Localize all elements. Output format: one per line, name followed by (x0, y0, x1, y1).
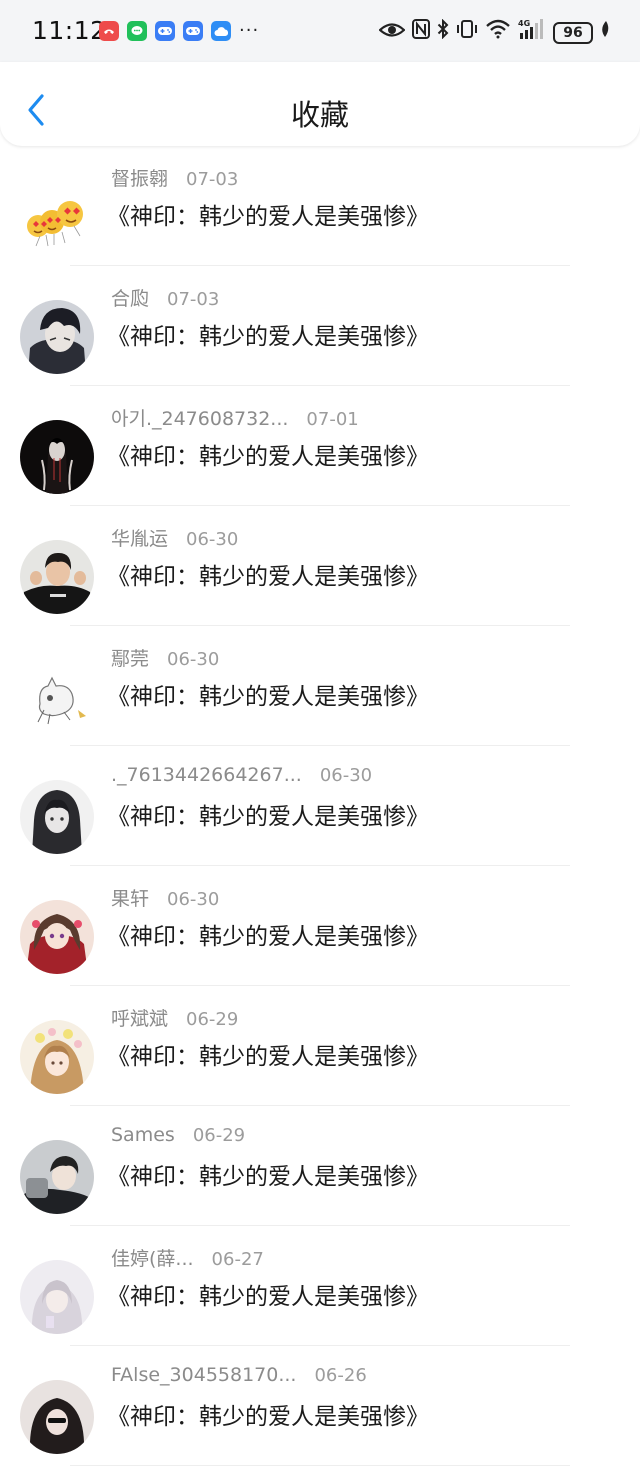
item-meta: FAlse_304558170... 06-26 (111, 1364, 367, 1390)
missed-call-icon (99, 21, 119, 41)
favorite-item[interactable]: 鄢莞 06-30 《神印：韩少的爱人是美强惨》 (0, 626, 640, 746)
user-name[interactable]: Sames (111, 1124, 175, 1146)
status-bar: 11:12 ··· 4G 96 (0, 0, 640, 62)
item-date: 06-29 (192, 1125, 246, 1146)
avatar[interactable] (20, 540, 94, 614)
item-meta: 呼斌斌 06-29 (111, 1004, 238, 1030)
book-title[interactable]: 《神印：韩少的爱人是美强惨》 (107, 197, 429, 231)
user-name[interactable]: 华胤运 (111, 524, 168, 551)
message-icon (127, 21, 147, 41)
user-name[interactable]: 아기._247608732... (111, 404, 288, 431)
user-name[interactable]: 佳婷(薛... (111, 1244, 194, 1271)
item-date: 06-27 (211, 1249, 264, 1270)
item-date: 07-03 (167, 289, 220, 310)
avatar[interactable] (20, 660, 94, 734)
book-title[interactable]: 《神印：韩少的爱人是美强惨》 (107, 1277, 429, 1311)
item-meta: 佳婷(薛... 06-27 (111, 1244, 264, 1270)
avatar[interactable] (20, 1380, 94, 1454)
avatar[interactable] (20, 180, 94, 254)
notification-icons: ··· (99, 21, 259, 41)
more-notifications-indicator: ··· (239, 20, 260, 41)
item-date: 06-26 (314, 1365, 367, 1386)
favorite-item[interactable]: ._7613442664267... 06-30 《神印：韩少的爱人是美强惨》 (0, 746, 640, 866)
item-meta: 合瓝 07-03 (111, 284, 219, 310)
system-icons: 4G 96 (378, 18, 610, 48)
item-meta: 아기._247608732... 07-01 (111, 404, 359, 430)
page-title: 收藏 (290, 98, 349, 132)
favorite-item[interactable]: FAlse_304558170... 06-26 《神印：韩少的爱人是美强惨》 (0, 1346, 640, 1466)
item-date: 07-01 (306, 409, 359, 430)
item-date: 06-30 (186, 529, 239, 550)
avatar[interactable] (20, 1140, 94, 1214)
book-title[interactable]: 《神印：韩少的爱人是美强惨》 (107, 797, 429, 831)
book-title[interactable]: 《神印：韩少的爱人是美强惨》 (107, 437, 429, 471)
book-title[interactable]: 《神印：韩少的爱人是美强惨》 (107, 1157, 429, 1191)
user-name[interactable]: 督振翱 (111, 164, 168, 191)
signal-4g-icon: 4G (518, 18, 546, 48)
item-meta: 鄢莞 06-30 (111, 644, 219, 670)
user-name[interactable]: ._7613442664267... (111, 764, 302, 786)
avatar[interactable] (20, 1020, 94, 1094)
item-date: 06-30 (319, 765, 373, 786)
item-meta: 督振翱 07-03 (111, 164, 238, 190)
favorite-item[interactable]: 果轩 06-30 《神印：韩少的爱人是美强惨》 (0, 866, 640, 986)
avatar[interactable] (20, 420, 94, 494)
user-name[interactable]: 合瓝 (111, 284, 149, 311)
book-title[interactable]: 《神印：韩少的爱人是美强惨》 (107, 677, 429, 711)
item-meta: Sames 06-29 (111, 1124, 245, 1150)
book-title[interactable]: 《神印：韩少的爱人是美强惨》 (107, 917, 429, 951)
book-title[interactable]: 《神印：韩少的爱人是美强惨》 (107, 557, 429, 591)
game-controller-icon (183, 21, 203, 41)
leaf-icon (600, 20, 610, 46)
item-date: 06-30 (167, 649, 220, 670)
nfc-icon (412, 19, 430, 47)
avatar[interactable] (20, 300, 94, 374)
favorites-list[interactable]: 督振翱 07-03 《神印：韩少的爱人是美强惨》 合瓝 07-03 《神印：韩少… (0, 146, 640, 1466)
favorite-item[interactable]: 佳婷(薛... 06-27 《神印：韩少的爱人是美强惨》 (0, 1226, 640, 1346)
favorite-item[interactable]: 아기._247608732... 07-01 《神印：韩少的爱人是美强惨》 (0, 386, 640, 506)
item-date: 07-03 (186, 169, 239, 190)
status-time: 11:12 (32, 16, 107, 45)
item-date: 06-30 (167, 889, 220, 910)
favorite-item[interactable]: 合瓝 07-03 《神印：韩少的爱人是美强惨》 (0, 266, 640, 386)
avatar[interactable] (20, 780, 94, 854)
user-name[interactable]: 鄢莞 (111, 644, 149, 671)
user-name[interactable]: 果轩 (111, 884, 149, 911)
item-meta: 华胤运 06-30 (111, 524, 238, 550)
item-meta: ._7613442664267... 06-30 (111, 764, 372, 790)
item-meta: 果轩 06-30 (111, 884, 219, 910)
battery-level: 96 (563, 25, 583, 41)
navigation-header: 收藏 (0, 62, 640, 146)
favorite-item[interactable]: 华胤运 06-30 《神印：韩少的爱人是美强惨》 (0, 506, 640, 626)
favorite-item[interactable]: 督振翱 07-03 《神印：韩少的爱人是美强惨》 (0, 146, 640, 266)
favorite-item[interactable]: Sames 06-29 《神印：韩少的爱人是美强惨》 (0, 1106, 640, 1226)
book-title[interactable]: 《神印：韩少的爱人是美强惨》 (107, 1397, 429, 1431)
wifi-icon (485, 19, 511, 47)
item-date: 06-29 (186, 1009, 239, 1030)
book-title[interactable]: 《神印：韩少的爱人是美强惨》 (107, 317, 429, 351)
cloud-icon (211, 21, 231, 41)
user-name[interactable]: 呼斌斌 (111, 1004, 168, 1031)
avatar[interactable] (20, 1260, 94, 1334)
game-controller-icon (155, 21, 175, 41)
network-type-label: 4G (518, 19, 530, 28)
bluetooth-icon (437, 18, 449, 47)
user-name[interactable]: FAlse_304558170... (111, 1364, 296, 1386)
vibrate-icon (456, 19, 478, 47)
favorite-item[interactable]: 呼斌斌 06-29 《神印：韩少的爱人是美强惨》 (0, 986, 640, 1106)
eye-icon (378, 20, 406, 46)
avatar[interactable] (20, 900, 94, 974)
book-title[interactable]: 《神印：韩少的爱人是美强惨》 (107, 1037, 429, 1071)
battery-indicator: 96 (553, 22, 593, 44)
